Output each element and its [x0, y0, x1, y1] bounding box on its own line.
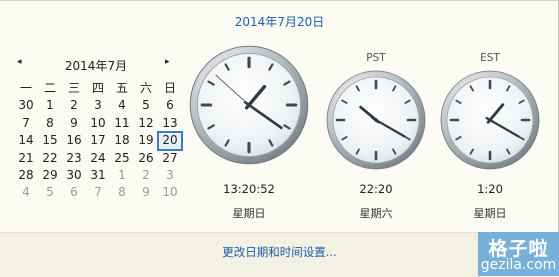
- calendar-day[interactable]: 1: [38, 97, 62, 114]
- calendar-day[interactable]: 12: [134, 115, 158, 132]
- weekday-header: 二: [43, 81, 56, 95]
- weekday-header: 日: [163, 81, 176, 95]
- clock-center-pin: [488, 118, 492, 122]
- calendar-day[interactable]: 9: [62, 115, 86, 132]
- date-time-flyout: 2014年7月20日 ◂ 2014年7月 ▸ 一二三四五六日 30 1 2 3 4 5 6 7 8…: [0, 0, 559, 277]
- calendar-day[interactable]: 15: [38, 132, 62, 149]
- local-digital-time: 13:20:52: [223, 182, 275, 196]
- calendar-day[interactable]: 25: [110, 150, 134, 167]
- calendar-day[interactable]: 16: [62, 132, 86, 149]
- calendar-day[interactable]: 4: [14, 184, 38, 201]
- calendar-grid: 一二三四五六日 30 1 2 3 4 5 6 7 8 9 10 11 12 13 14 15 16 17 18 19 20…: [14, 80, 183, 202]
- local-clock-face: [189, 45, 309, 165]
- weekday-header: 一: [19, 81, 32, 95]
- pst-analog-clock: [326, 70, 426, 170]
- calendar-day[interactable]: 1: [110, 167, 134, 184]
- calendar-day[interactable]: 6: [158, 97, 182, 114]
- calendar-month-label[interactable]: 2014年7月: [46, 57, 146, 74]
- long-date-link[interactable]: 2014年7月20日: [0, 13, 559, 30]
- calendar-day-today[interactable]: 20: [157, 131, 183, 151]
- calendar-day[interactable]: 7: [14, 115, 38, 132]
- clock-center-pin: [246, 102, 252, 108]
- calendar-day[interactable]: 2: [62, 97, 86, 114]
- calendar-day[interactable]: 6: [62, 184, 86, 201]
- calendar-day[interactable]: 8: [110, 184, 134, 201]
- weekday-header: 四: [91, 81, 104, 95]
- calendar-day[interactable]: 3: [158, 167, 182, 184]
- weekday-header: 六: [139, 81, 152, 95]
- est-digital-time: 1:20: [477, 182, 503, 196]
- watermark-url: gezila.com: [480, 257, 557, 273]
- calendar-day[interactable]: 14: [14, 132, 38, 149]
- calendar-day[interactable]: 5: [38, 184, 62, 201]
- est-clock-label: EST: [480, 52, 500, 64]
- calendar-day[interactable]: 28: [14, 167, 38, 184]
- est-analog-clock: [440, 70, 540, 170]
- est-clock-face: [440, 70, 540, 170]
- calendar-day[interactable]: 10: [158, 184, 182, 201]
- weekday-header: 三: [67, 81, 80, 95]
- calendar-day[interactable]: 5: [134, 97, 158, 114]
- calendar-day[interactable]: 24: [86, 150, 110, 167]
- est-weekday: 星期日: [473, 207, 507, 220]
- calendar-day[interactable]: 19: [134, 132, 158, 149]
- calendar-day[interactable]: 21: [14, 150, 38, 167]
- local-weekday: 星期日: [232, 207, 266, 220]
- pst-clock-face: [326, 70, 426, 170]
- weekday-header: 五: [115, 81, 128, 95]
- calendar-day[interactable]: 10: [86, 115, 110, 132]
- calendar-day[interactable]: 9: [134, 184, 158, 201]
- calendar-day[interactable]: 18: [110, 132, 134, 149]
- calendar-day[interactable]: 27: [158, 150, 182, 167]
- calendar-day[interactable]: 31: [86, 167, 110, 184]
- calendar-day[interactable]: 4: [110, 97, 134, 114]
- calendar-day[interactable]: 7: [86, 184, 110, 201]
- top-border: [0, 0, 559, 1]
- calendar-day[interactable]: 8: [38, 115, 62, 132]
- calendar-day[interactable]: 26: [134, 150, 158, 167]
- pst-clock-label: PST: [366, 52, 386, 64]
- previous-month-icon[interactable]: ◂: [17, 57, 22, 67]
- calendar-day[interactable]: 30: [14, 97, 38, 114]
- local-analog-clock: [189, 45, 309, 165]
- calendar-day[interactable]: 22: [38, 150, 62, 167]
- calendar-day[interactable]: 23: [62, 150, 86, 167]
- calendar-day[interactable]: 3: [86, 97, 110, 114]
- calendar-day[interactable]: 17: [86, 132, 110, 149]
- calendar-day[interactable]: 11: [110, 115, 134, 132]
- next-month-icon[interactable]: ▸: [165, 57, 170, 67]
- calendar-day[interactable]: 13: [158, 115, 182, 132]
- clock-center-pin: [374, 118, 378, 122]
- calendar-day[interactable]: 29: [38, 167, 62, 184]
- change-date-time-settings-link[interactable]: 更改日期和时间设置...: [0, 244, 559, 260]
- calendar-day[interactable]: 30: [62, 167, 86, 184]
- calendar-day[interactable]: 2: [134, 167, 158, 184]
- pst-digital-time: 22:20: [359, 182, 393, 196]
- pst-weekday: 星期六: [359, 207, 393, 220]
